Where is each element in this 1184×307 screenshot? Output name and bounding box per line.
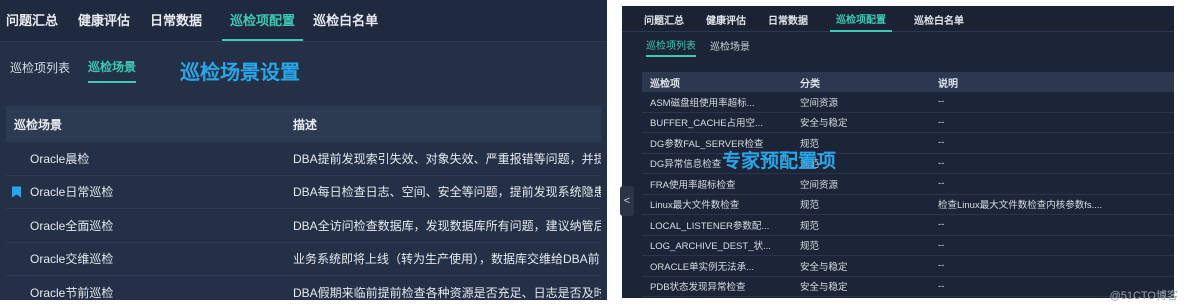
item-category-cell: 空间资源 <box>800 179 839 191</box>
item-table-row[interactable]: BUFFER_CACHE占用空... 安全与稳定 -- <box>642 113 1174 133</box>
item-name-cell: Linux最大文件数检查 <box>650 200 740 212</box>
scene-description-cell: DBA提前发现索引失效、对象失效、严重报错等问题，并提 <box>293 151 601 166</box>
scene-name-text: Oracle晨检 <box>30 151 90 166</box>
right-panel: 问题汇总 健康评估 日常数据 巡检项配置 巡检白名单 巡检项列表 巡检场景 巡检项 分类… <box>622 6 1174 298</box>
item-explanation-cell: -- <box>938 219 945 231</box>
collapse-sidebar-button[interactable]: < <box>620 186 634 216</box>
scene-description-cell: DBA假期来临前提前检查各种资源是否充足、日志是否及时 <box>293 285 601 300</box>
item-table-row[interactable]: Linux最大文件数检查 规范 检查Linux最大文件数检查内核参数fs.... <box>642 195 1174 215</box>
right-tab-inspection-scenes[interactable]: 巡检场景 <box>710 38 750 56</box>
item-category-cell: 规范 <box>800 241 820 253</box>
site-watermark: @51CTO博客 <box>1109 290 1178 302</box>
left-sub-nav: 巡检项列表 巡检场景 巡检场景设置 <box>0 42 607 98</box>
right-sub-nav: 巡检项列表 巡检场景 <box>622 32 1174 62</box>
item-table-row[interactable]: PDB状态发现异常检查 安全与稳定 -- <box>642 277 1174 297</box>
item-name-cell: FRA使用率超标检查 <box>650 179 736 191</box>
right-nav-tab-4[interactable]: 巡检白名单 <box>914 11 964 27</box>
screenshot-stage: 问题汇总 健康评估 日常数据 巡检项配置 巡检白名单 巡检项列表 巡检场景 巡检场景设置… <box>0 0 1184 307</box>
left-nav-tab-0[interactable]: 问题汇总 <box>6 10 68 41</box>
item-explanation-cell: -- <box>938 260 945 272</box>
scene-table-row[interactable]: Oracle日常巡检 DBA每日检查日志、空间、安全等问题，提前发现系统隐患 <box>6 176 601 209</box>
item-table-row[interactable]: LOCAL_LISTENER参数配... 规范 -- <box>642 215 1174 236</box>
scene-table-row[interactable]: Oracle交维巡检 业务系统即将上线（转为生产使用），数据库交维给DBA前 <box>6 243 601 276</box>
scene-name-cell: Oracle全面巡检 <box>6 217 293 234</box>
scene-name-cell: Oracle交维巡检 <box>6 250 293 267</box>
scene-table-row[interactable]: Oracle晨检 DBA提前发现索引失效、对象失效、严重报错等问题，并提 <box>6 142 601 176</box>
item-explanation-cell: -- <box>938 137 945 149</box>
left-table-header: 巡检场景 描述 <box>6 106 601 142</box>
scene-description-cell: 业务系统即将上线（转为生产使用），数据库交维给DBA前 <box>293 252 600 267</box>
item-explanation-cell: -- <box>938 239 945 251</box>
right-top-nav: 问题汇总 健康评估 日常数据 巡检项配置 巡检白名单 <box>622 6 1174 32</box>
right-nav-tab-1[interactable]: 健康评估 <box>706 11 746 27</box>
column-header-scene: 巡检场景 <box>14 117 63 132</box>
item-category-cell: 安全与稳定 <box>800 282 848 294</box>
column-header-description: 描述 <box>293 117 318 132</box>
item-name-cell: ASM磁盘组使用率超标... <box>650 97 755 109</box>
right-nav-tab-2[interactable]: 日常数据 <box>768 11 808 27</box>
right-nav-tab-0[interactable]: 问题汇总 <box>644 11 684 27</box>
scene-name-text: Oracle日常巡检 <box>30 185 114 200</box>
column-header-item: 巡检项 <box>650 78 680 90</box>
left-top-nav: 问题汇总 健康评估 日常数据 巡检项配置 巡检白名单 <box>0 0 607 42</box>
bookmark-icon[interactable] <box>12 186 21 198</box>
scene-name-text: Oracle全面巡检 <box>30 218 114 233</box>
scene-name-text: Oracle节前巡检 <box>30 285 114 300</box>
right-overlay-title: 专家预配置项 <box>722 151 837 172</box>
item-table-row[interactable]: FRA使用率超标检查 空间资源 -- <box>642 174 1174 195</box>
scene-description-cell: DBA全访问检查数据库，发现数据库所有问题，建议纳管后 <box>293 218 601 233</box>
item-name-cell: LOG_ARCHIVE_DEST_状... <box>650 241 771 253</box>
left-table-body: Oracle晨检 DBA提前发现索引失效、对象失效、严重报错等问题，并提 Oracl… <box>0 142 607 300</box>
right-table-body: ASM磁盘组使用率超标... 空间资源 -- BUFFER_CACHE占用空... 安全… <box>622 92 1174 297</box>
column-header-category: 分类 <box>800 78 820 90</box>
left-tab-inspection-list[interactable]: 巡检项列表 <box>10 59 70 82</box>
left-overlay-title: 巡检场景设置 <box>180 61 301 84</box>
item-name-cell: LOCAL_LISTENER参数配... <box>650 220 770 232</box>
item-category-cell: 空间资源 <box>800 97 839 109</box>
item-category-cell: 规范 <box>800 220 820 232</box>
scene-name-text: Oracle交维巡检 <box>30 252 114 267</box>
left-nav-tab-2[interactable]: 日常数据 <box>150 10 212 41</box>
column-header-explanation: 说明 <box>938 78 958 90</box>
item-name-cell: ORACLE单实例无法承... <box>650 261 754 273</box>
item-name-cell: BUFFER_CACHE占用空... <box>650 118 763 130</box>
item-explanation-cell: -- <box>938 157 945 169</box>
item-table-row[interactable]: ORACLE单实例无法承... 安全与稳定 -- <box>642 256 1174 277</box>
item-explanation-cell: -- <box>938 178 945 190</box>
left-nav-tab-4[interactable]: 巡检白名单 <box>313 10 388 41</box>
item-explanation-cell: 检查Linux最大文件数检查内核参数fs.... <box>938 200 1103 212</box>
scene-table-row[interactable]: Oracle节前巡检 DBA假期来临前提前检查各种资源是否充足、日志是否及时 <box>6 276 601 300</box>
scene-table-row[interactable]: Oracle全面巡检 DBA全访问检查数据库，发现数据库所有问题，建议纳管后 <box>6 209 601 243</box>
right-tab-inspection-list[interactable]: 巡检项列表 <box>646 37 696 57</box>
left-nav-tab-1[interactable]: 健康评估 <box>78 10 140 41</box>
item-explanation-cell: -- <box>938 96 945 108</box>
item-explanation-cell: -- <box>938 116 945 128</box>
item-category-cell: 安全与稳定 <box>800 118 848 130</box>
item-name-cell: PDB状态发现异常检查 <box>650 282 746 294</box>
left-nav-tab-3[interactable]: 巡检项配置 <box>222 10 304 41</box>
item-category-cell: 安全与稳定 <box>800 261 848 273</box>
left-panel: 问题汇总 健康评估 日常数据 巡检项配置 巡检白名单 巡检项列表 巡检场景 巡检场景设置… <box>0 0 607 300</box>
scene-name-cell: Oracle晨检 <box>6 150 293 167</box>
scene-name-cell: Oracle节前巡检 <box>6 284 293 300</box>
right-nav-tab-3[interactable]: 巡检项配置 <box>830 11 892 32</box>
item-table-row[interactable]: LOG_ARCHIVE_DEST_状... 规范 -- <box>642 236 1174 256</box>
left-tab-inspection-scenes[interactable]: 巡检场景 <box>88 58 137 83</box>
scene-name-cell: Oracle日常巡检 <box>6 183 293 200</box>
item-category-cell: 规范 <box>800 200 820 212</box>
right-table-header: 巡检项 分类 说明 <box>642 72 1174 92</box>
scene-description-cell: DBA每日检查日志、空间、安全等问题，提前发现系统隐患 <box>293 185 601 200</box>
item-table-row[interactable]: ASM磁盘组使用率超标... 空间资源 -- <box>642 92 1174 113</box>
